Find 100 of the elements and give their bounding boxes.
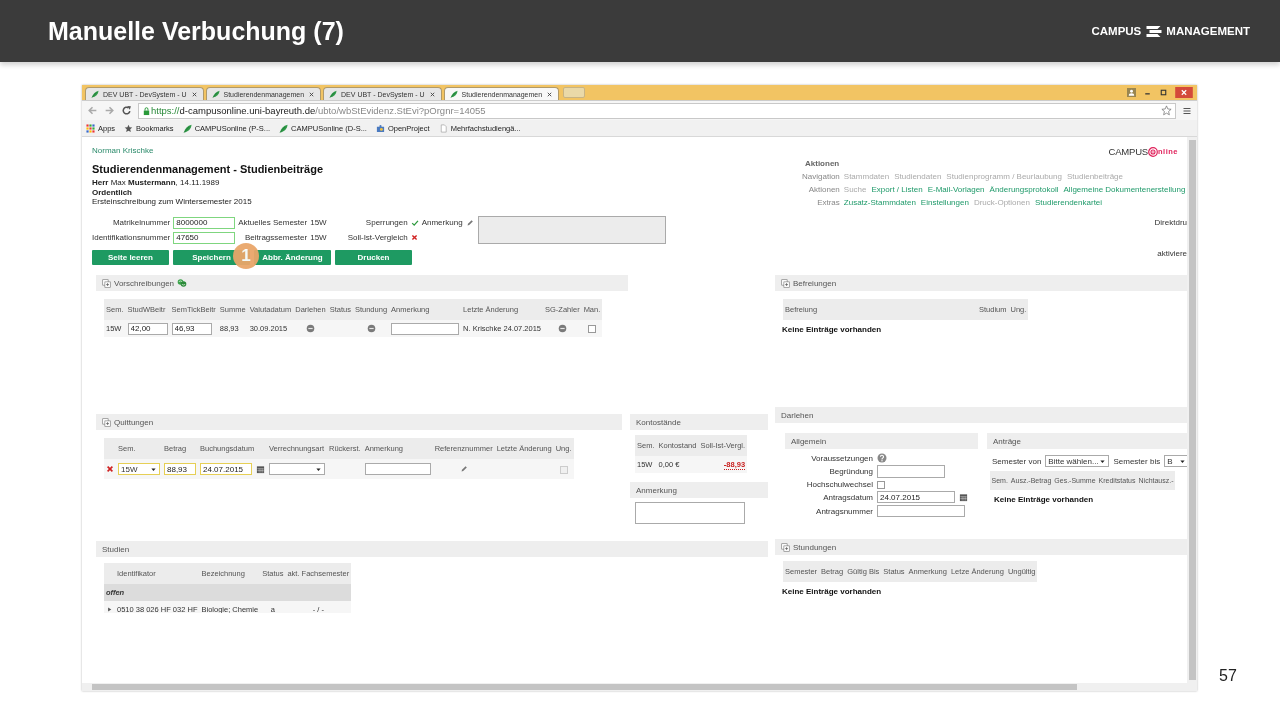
minus-circle-icon xyxy=(557,324,567,333)
expand-arrow-icon[interactable] xyxy=(106,606,113,613)
side-label: Direktdru xyxy=(1154,218,1187,227)
pencil-icon[interactable] xyxy=(459,465,468,473)
close-icon[interactable] xyxy=(428,90,436,98)
field-label: Aktuelles Semester xyxy=(238,218,308,227)
star-icon xyxy=(124,123,134,133)
close-icon[interactable] xyxy=(308,90,316,98)
scrollbar[interactable] xyxy=(92,684,1077,690)
reason-field[interactable] xyxy=(877,465,945,478)
forward-icon[interactable] xyxy=(104,105,115,116)
page-heading: Studierendenmanagement - Studienbeiträge xyxy=(92,163,324,175)
reload-icon[interactable] xyxy=(121,105,132,116)
panel-title: Darlehen xyxy=(781,410,814,420)
leaf-icon xyxy=(211,90,220,98)
clear-button[interactable]: Seite leeren xyxy=(92,250,169,265)
action-link[interactable]: Allgemeine Dokumentenerstellung xyxy=(1063,185,1186,194)
panel-title: Studien xyxy=(102,544,130,554)
enrollment-text: Ersteinschreibung zum Wintersemester 2015 xyxy=(92,197,253,207)
input-field[interactable]: 47650 xyxy=(173,231,236,244)
field-label: Sperrungen xyxy=(364,218,408,227)
input-field[interactable]: 88,93 xyxy=(164,463,196,475)
puzzle-icon xyxy=(375,123,385,133)
delete-icon[interactable] xyxy=(106,465,114,473)
menu-label: Aktionen xyxy=(807,185,840,194)
help-icon[interactable] xyxy=(877,453,887,463)
maximize-icon[interactable] xyxy=(1159,88,1168,97)
empty-message: Keine Einträge vorhanden xyxy=(782,325,883,334)
scrollbar[interactable] xyxy=(1187,137,1197,683)
field-label: Anmerkung xyxy=(421,218,463,227)
input-field[interactable]: 42,00 xyxy=(127,322,168,335)
logo-text: CAMPUS xyxy=(1108,146,1148,157)
address-field[interactable]: https://d-campusonline.uni-bayreuth.de/ubto/wbStEvidenz.StEvi?pOrgnr=14055 xyxy=(138,102,1176,119)
panel-title: Anmerkung xyxy=(636,485,677,495)
close-icon[interactable] xyxy=(546,90,554,98)
panel-title: Kontostände xyxy=(636,417,681,427)
action-link[interactable]: Studierendenkartei xyxy=(1034,198,1103,207)
field-label: Soll-Ist-Vergleich xyxy=(347,233,408,242)
field-label: Voraussetzungen xyxy=(810,453,873,463)
panel-title: Anträge xyxy=(993,436,1022,446)
input-field[interactable]: 24.07.2015 xyxy=(200,463,252,475)
star-icon[interactable] xyxy=(1161,105,1172,116)
select-field[interactable]: Bitte wählen... xyxy=(1045,455,1110,467)
field-label: Hochschulwechsel xyxy=(805,480,873,489)
calendar-icon[interactable] xyxy=(256,464,265,474)
field-label: Semester von xyxy=(992,456,1042,466)
leaf-icon xyxy=(91,90,99,98)
minus-circle-icon xyxy=(305,324,315,333)
checkbox[interactable] xyxy=(877,480,885,489)
select-field[interactable]: B xyxy=(1164,455,1187,467)
user-icon[interactable] xyxy=(1127,88,1136,97)
expand-icon[interactable] xyxy=(781,542,790,552)
close-icon[interactable] xyxy=(1175,87,1193,98)
pencil-icon[interactable] xyxy=(465,218,474,227)
expand-icon[interactable] xyxy=(102,278,111,288)
field-label: Semester bis xyxy=(1113,456,1161,466)
action-link[interactable]: Einstellungen xyxy=(920,198,969,207)
panel-title: Vorschreibungen xyxy=(114,278,175,288)
input-field[interactable]: 24.07.2015 xyxy=(877,491,955,503)
input-field[interactable] xyxy=(877,505,965,517)
action-link[interactable]: Änderungsprotokoll xyxy=(989,185,1059,194)
input-field[interactable]: 8000000 xyxy=(173,216,236,229)
side-label: aktiviere xyxy=(1157,249,1187,258)
menu-label: Navigation xyxy=(802,172,840,181)
action-link[interactable]: Zusatz-Stammdaten xyxy=(843,198,916,207)
panel-title: Allgemein xyxy=(791,436,827,446)
action-link[interactable]: Export / Listen xyxy=(871,185,923,194)
panel-title: Quittungen xyxy=(114,417,154,427)
user-name[interactable]: Norman Krischke xyxy=(92,146,324,155)
note-field[interactable] xyxy=(477,216,666,244)
expand-icon[interactable] xyxy=(102,417,111,427)
select-field[interactable] xyxy=(269,463,325,475)
input-field[interactable] xyxy=(364,463,431,475)
status-label: Ordentlich xyxy=(92,187,133,197)
calendar-icon[interactable] xyxy=(959,492,968,502)
menu-icon[interactable] xyxy=(1182,105,1192,116)
close-icon[interactable] xyxy=(190,90,198,98)
empty-message: Keine Einträge vorhanden xyxy=(782,587,883,596)
back-icon[interactable] xyxy=(87,105,98,116)
cancel-button[interactable]: Abbr. Änderung xyxy=(254,250,331,265)
print-button[interactable]: Drucken xyxy=(335,250,412,265)
leaf-icon xyxy=(449,90,458,98)
note-field[interactable] xyxy=(635,502,745,524)
leaf-icon xyxy=(329,90,338,98)
input-field[interactable]: 46,93 xyxy=(171,322,212,335)
field-label: Antragsdatum xyxy=(822,492,873,502)
input-field[interactable] xyxy=(391,322,460,335)
field-label: Beitragssemester xyxy=(243,233,308,242)
leaf-icon xyxy=(279,123,289,133)
checkbox[interactable] xyxy=(587,325,596,333)
target-icon xyxy=(1148,146,1158,157)
expand-icon[interactable] xyxy=(781,278,790,288)
person-line: Herr Max Mustermann, 14.11.1989 xyxy=(92,178,221,188)
page-number: 57 xyxy=(1219,667,1237,685)
slide-title: Manuelle Verbuchung (7) xyxy=(48,16,344,46)
refresh-icon[interactable] xyxy=(177,278,188,288)
action-link[interactable]: E-Mail-Vorlagen xyxy=(927,185,985,194)
panel-title: Befreiungen xyxy=(793,278,837,288)
field-label: Matrikelnummer xyxy=(111,218,171,227)
select-field[interactable]: 15W xyxy=(118,463,160,475)
